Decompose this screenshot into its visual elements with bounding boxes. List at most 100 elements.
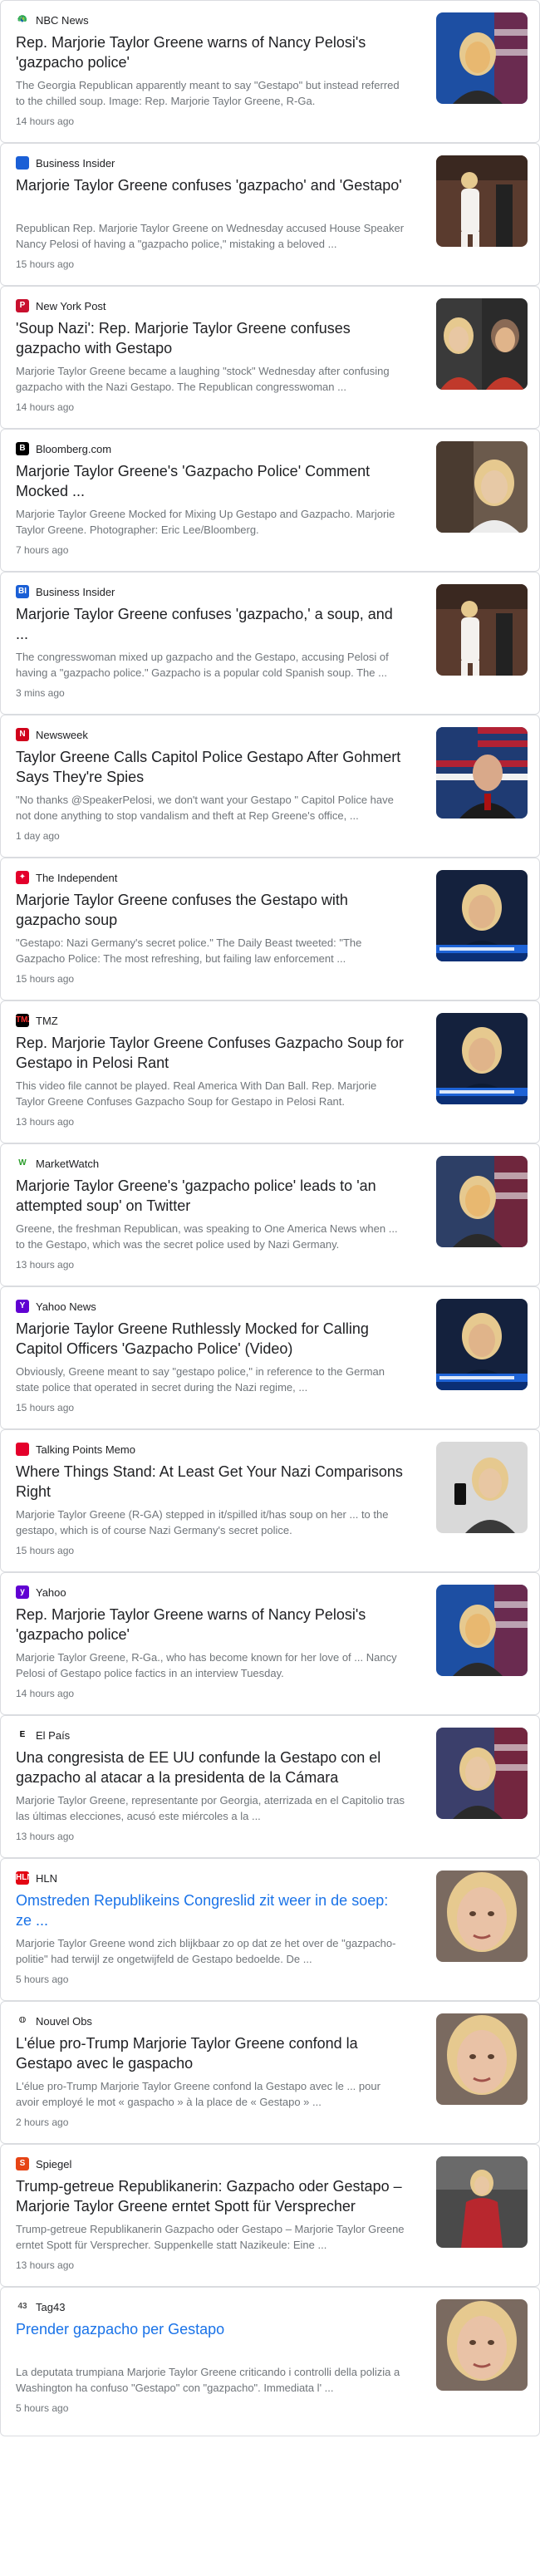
article-snippet: Marjorie Taylor Greene Mocked for Mixing… <box>16 508 395 536</box>
article-snippet: Greene, the freshman Republican, was spe… <box>16 1222 398 1251</box>
article-snippet: This video file cannot be played. Real A… <box>16 1079 377 1108</box>
article-thumbnail[interactable] <box>436 727 528 819</box>
source-favicon-icon: y <box>16 1585 29 1599</box>
source-name: Nouvel Obs <box>36 2014 92 2028</box>
article-thumbnail[interactable] <box>436 298 528 390</box>
article-snippet: Trump-getreue Republikanerin Gazpacho od… <box>16 2223 405 2251</box>
source-favicon-icon: E <box>16 1728 29 1742</box>
news-card[interactable]: HLN HLN Omstreden Republikeins Congresli… <box>0 1858 540 2001</box>
news-card[interactable]: y Yahoo Rep. Marjorie Taylor Greene warn… <box>0 1572 540 1715</box>
article-timestamp: 15 hours ago <box>16 1545 75 1556</box>
article-title-link[interactable]: L'élue pro-Trump Marjorie Taylor Greene … <box>16 2033 406 2073</box>
news-card[interactable]: P New York Post 'Soup Nazi': Rep. Marjor… <box>0 286 540 429</box>
source-favicon-icon: 𝕆 <box>16 2014 29 2028</box>
news-card[interactable]: ✦ The Independent Marjorie Taylor Greene… <box>0 858 540 1000</box>
source-name: Spiegel <box>36 2157 72 2170</box>
news-card[interactable]: B Bloomberg.com Marjorie Taylor Greene's… <box>0 429 540 572</box>
news-card[interactable]: 🦚 NBC News Rep. Marjorie Taylor Greene w… <box>0 0 540 143</box>
article-title-link[interactable]: Omstreden Republikeins Congreslid zit we… <box>16 1890 406 1930</box>
news-card[interactable]: E El País Una congresista de EE UU confu… <box>0 1715 540 1858</box>
news-card[interactable]: N Newsweek Taylor Greene Calls Capitol P… <box>0 715 540 858</box>
article-timestamp: 3 mins ago <box>16 687 65 699</box>
article-thumbnail[interactable] <box>436 2013 528 2105</box>
news-source: 𝕆 Nouvel Obs <box>16 2013 415 2028</box>
news-card[interactable]: 𝕆 Nouvel Obs L'élue pro-Trump Marjorie T… <box>0 2001 540 2144</box>
article-thumbnail[interactable] <box>436 1442 528 1533</box>
article-title-link[interactable]: Trump-getreue Republikanerin: Gazpacho o… <box>16 2176 406 2216</box>
article-thumbnail[interactable] <box>436 2299 528 2391</box>
source-name: Business Insider <box>36 156 115 170</box>
source-favicon-icon: 🦚 <box>16 13 29 27</box>
article-title-link[interactable]: Where Things Stand: At Least Get Your Na… <box>16 1462 406 1502</box>
source-name: NBC News <box>36 13 89 27</box>
news-card[interactable]: BI Business Insider Marjorie Taylor Gree… <box>0 572 540 715</box>
article-thumbnail[interactable] <box>436 870 528 961</box>
article-timestamp: 13 hours ago <box>16 1259 75 1271</box>
article-thumbnail[interactable] <box>436 155 528 247</box>
article-title-link[interactable]: 'Soup Nazi': Rep. Marjorie Taylor Greene… <box>16 318 406 358</box>
article-thumbnail[interactable] <box>436 12 528 104</box>
article-title-link[interactable]: Marjorie Taylor Greene confuses 'gazpach… <box>16 604 406 644</box>
source-name: Yahoo News <box>36 1300 96 1313</box>
source-favicon-icon: P <box>16 299 29 312</box>
article-thumbnail[interactable] <box>436 2156 528 2248</box>
article-timestamp: 13 hours ago <box>16 1831 75 1842</box>
source-favicon-icon: 43 <box>16 2300 29 2313</box>
source-name: Newsweek <box>36 728 88 741</box>
source-name: El País <box>36 1728 71 1742</box>
news-source: HLN HLN <box>16 1871 415 1885</box>
article-snippet: Marjorie Taylor Greene became a laughing… <box>16 365 390 393</box>
source-favicon-icon: S <box>16 2157 29 2170</box>
news-card[interactable]: Y Yahoo News Marjorie Taylor Greene Ruth… <box>0 1286 540 1429</box>
source-name: Business Insider <box>36 585 115 598</box>
article-thumbnail[interactable] <box>436 441 528 533</box>
news-card[interactable]: TMZ TMZ Rep. Marjorie Taylor Greene Conf… <box>0 1000 540 1143</box>
source-name: TMZ <box>36 1014 58 1027</box>
source-name: Yahoo <box>36 1585 66 1599</box>
source-favicon-icon: N <box>16 728 29 741</box>
news-card[interactable]: S Spiegel Trump-getreue Republikanerin: … <box>0 2144 540 2287</box>
article-thumbnail[interactable] <box>436 584 528 676</box>
article-title-link[interactable]: Taylor Greene Calls Capitol Police Gesta… <box>16 747 406 787</box>
article-title-link[interactable]: Rep. Marjorie Taylor Greene Confuses Gaz… <box>16 1033 406 1073</box>
article-snippet: The Georgia Republican apparently meant … <box>16 79 400 107</box>
article-snippet: Marjorie Taylor Greene wond zich blijkba… <box>16 1937 396 1965</box>
article-thumbnail[interactable] <box>436 1871 528 1962</box>
article-snippet: L'élue pro-Trump Marjorie Taylor Greene … <box>16 2080 380 2108</box>
article-timestamp: 5 hours ago <box>16 2402 69 2414</box>
article-timestamp: 15 hours ago <box>16 1402 75 1413</box>
news-source: S Spiegel <box>16 2156 415 2171</box>
article-snippet: La deputata trumpiana Marjorie Taylor Gr… <box>16 2366 400 2394</box>
article-title-link[interactable]: Marjorie Taylor Greene confuses the Gest… <box>16 890 406 930</box>
source-favicon-icon: Y <box>16 1300 29 1313</box>
news-source: ✦ The Independent <box>16 870 415 885</box>
source-favicon-icon: B <box>16 442 29 455</box>
news-source: E El País <box>16 1728 415 1743</box>
news-source: B Bloomberg.com <box>16 441 415 456</box>
article-title-link[interactable]: Rep. Marjorie Taylor Greene warns of Nan… <box>16 1605 406 1644</box>
article-thumbnail[interactable] <box>436 1299 528 1390</box>
article-thumbnail[interactable] <box>436 1156 528 1247</box>
source-name: Bloomberg.com <box>36 442 112 455</box>
source-favicon-icon: ✦ <box>16 871 29 884</box>
article-timestamp: 5 hours ago <box>16 1974 69 1985</box>
article-thumbnail[interactable] <box>436 1728 528 1819</box>
article-thumbnail[interactable] <box>436 1013 528 1104</box>
news-card[interactable]: Talking Points Memo Where Things Stand: … <box>0 1429 540 1572</box>
article-title-link[interactable]: Marjorie Taylor Greene confuses 'gazpach… <box>16 175 406 195</box>
article-title-link[interactable]: Marjorie Taylor Greene Ruthlessly Mocked… <box>16 1319 406 1359</box>
article-thumbnail[interactable] <box>436 1585 528 1676</box>
source-favicon-icon <box>16 1443 29 1456</box>
news-source: Business Insider <box>16 155 415 170</box>
news-card[interactable]: Business Insider Marjorie Taylor Greene … <box>0 143 540 286</box>
article-title-link[interactable]: Marjorie Taylor Greene's 'gazpacho polic… <box>16 1176 406 1216</box>
article-title-link[interactable]: Prender gazpacho per Gestapo <box>16 2319 406 2339</box>
news-source: P New York Post <box>16 298 415 313</box>
article-title-link[interactable]: Marjorie Taylor Greene's 'Gazpacho Polic… <box>16 461 406 501</box>
news-source: 🦚 NBC News <box>16 12 415 27</box>
article-title-link[interactable]: Una congresista de EE UU confunde la Ges… <box>16 1748 406 1787</box>
news-card[interactable]: 43 Tag43 Prender gazpacho per Gestapo La… <box>0 2287 540 2436</box>
article-title-link[interactable]: Rep. Marjorie Taylor Greene warns of Nan… <box>16 32 406 72</box>
article-snippet: "No thanks @SpeakerPelosi, we don't want… <box>16 794 394 822</box>
news-card[interactable]: W MarketWatch Marjorie Taylor Greene's '… <box>0 1143 540 1286</box>
